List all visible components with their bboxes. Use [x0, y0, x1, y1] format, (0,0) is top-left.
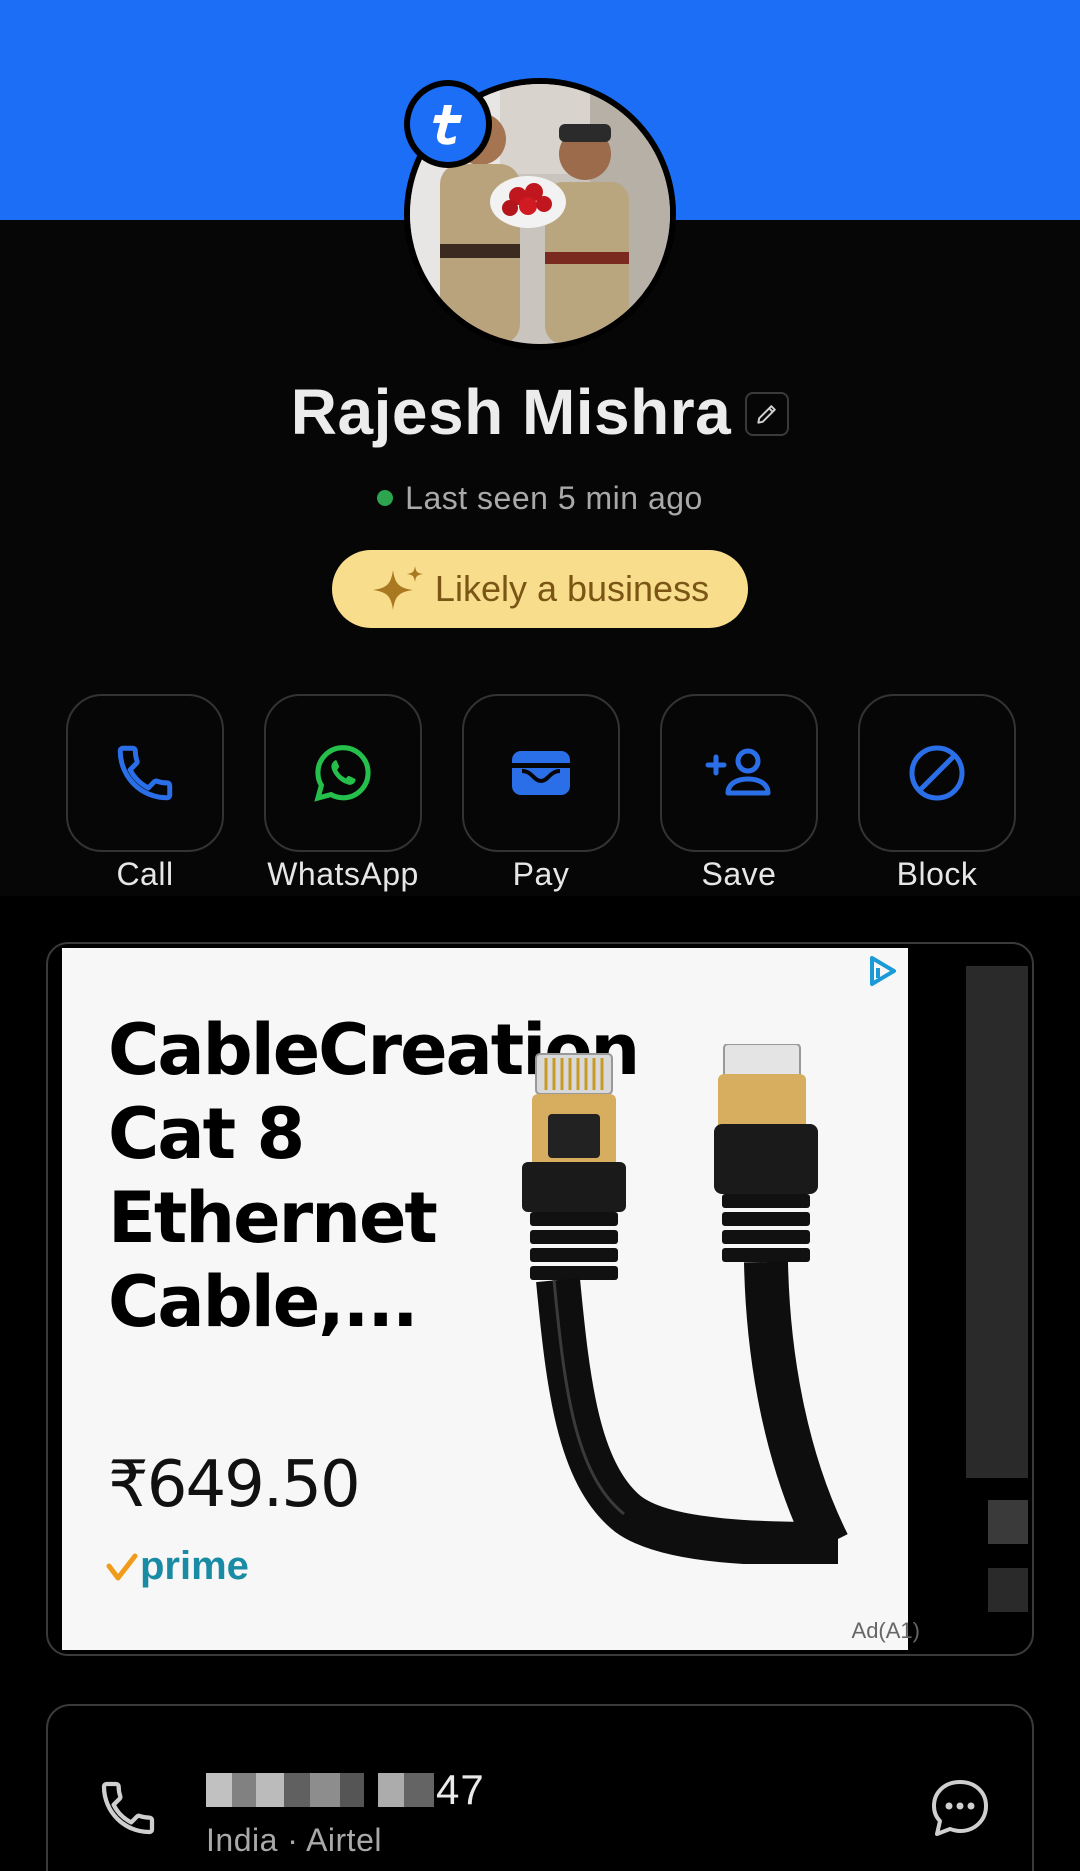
ad-banner[interactable]: CableCreation Cat 8 Ethernet Cable,... ₹…	[62, 948, 920, 1650]
ethernet-cable-image	[522, 1044, 848, 1564]
call-action[interactable]: Call	[66, 694, 224, 892]
wallet-icon	[512, 751, 570, 795]
message-icon[interactable]	[928, 1776, 992, 1840]
block-button[interactable]	[858, 694, 1016, 852]
redacted-digits	[206, 1773, 434, 1807]
call-label: Call	[116, 856, 174, 892]
save-label: Save	[701, 856, 777, 892]
whatsapp-label: WhatsApp	[267, 856, 419, 892]
save-button[interactable]	[660, 694, 818, 852]
whatsapp-button[interactable]	[264, 694, 422, 852]
last-seen-text: Last seen 5 min ago	[405, 479, 703, 516]
edit-name-button[interactable]	[745, 392, 790, 436]
block-action[interactable]: Block	[858, 694, 1016, 892]
call-button[interactable]	[66, 694, 224, 852]
carrier-info: India · Airtel	[206, 1822, 382, 1858]
phone-icon	[101, 1781, 155, 1835]
ad-side-placeholder	[966, 966, 1028, 1478]
ad-side-dot	[988, 1500, 1028, 1544]
prime-label: prime	[140, 1544, 249, 1588]
prime-check-icon	[106, 1553, 138, 1580]
pay-label: Pay	[512, 856, 570, 892]
presence-status: Last seen 5 min ago	[0, 476, 1080, 520]
sparkle-icon	[372, 566, 423, 610]
block-icon	[909, 745, 965, 801]
contact-profile-screen: Rajesh Mishra Last seen 5 min ago Likely…	[0, 0, 1080, 1871]
ad-side-dot	[988, 1568, 1028, 1612]
phone-number-card[interactable]: 47 India · Airtel	[46, 1704, 1034, 1871]
truecaller-badge-icon	[404, 80, 492, 168]
whatsapp-action[interactable]: WhatsApp	[264, 694, 422, 892]
save-action[interactable]: Save	[660, 694, 818, 892]
phone-icon	[117, 745, 173, 801]
phone-number[interactable]: 47	[206, 1766, 485, 1814]
prime-logo: prime	[106, 1544, 249, 1589]
block-label: Block	[896, 856, 978, 892]
add-contact-icon	[705, 748, 771, 796]
business-badge[interactable]: Likely a business	[332, 550, 748, 628]
business-badge-label: Likely a business	[434, 568, 710, 609]
adchoices-icon[interactable]	[864, 954, 900, 990]
ad-tag: Ad(A1)	[851, 1618, 920, 1643]
ad-product-title[interactable]: CableCreation Cat 8 Ethernet Cable,...	[108, 1008, 640, 1344]
whatsapp-icon	[314, 745, 371, 802]
pencil-icon	[757, 405, 776, 424]
pay-action[interactable]: Pay	[462, 694, 620, 892]
online-dot-icon	[377, 490, 394, 506]
ad-price: ₹649.50	[108, 1448, 361, 1522]
name-row: Rajesh Mishra	[0, 372, 1080, 452]
contact-name: Rajesh Mishra	[290, 376, 732, 448]
pay-button[interactable]	[462, 694, 620, 852]
phone-number-visible-digits: 47	[436, 1766, 485, 1813]
